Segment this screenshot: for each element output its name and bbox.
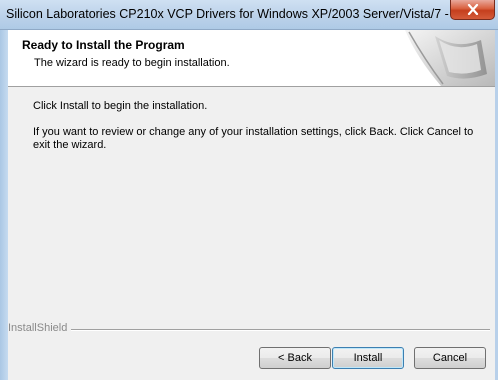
cancel-button[interactable]: Cancel <box>414 347 486 369</box>
computer-graphic-icon <box>405 30 495 86</box>
title-bar[interactable]: Silicon Laboratories CP210x VCP Drivers … <box>0 0 498 30</box>
install-button[interactable]: Install <box>332 347 404 369</box>
wizard-header: Ready to Install the Program The wizard … <box>8 30 495 87</box>
close-x-icon <box>467 4 479 15</box>
header-title: Ready to Install the Program <box>22 38 185 52</box>
footer-separator <box>70 329 490 331</box>
header-subtitle: The wizard is ready to begin installatio… <box>34 57 230 69</box>
settings-hint-text: If you want to review or change any of y… <box>33 126 474 151</box>
back-button[interactable]: < Back <box>259 347 331 369</box>
installshield-label: InstallShield <box>8 322 72 334</box>
close-button[interactable] <box>450 0 495 20</box>
window-title: Silicon Laboratories CP210x VCP Drivers … <box>6 7 452 21</box>
instruction-text: Click Install to begin the installation. <box>33 100 208 112</box>
window-frame-left <box>0 30 8 380</box>
